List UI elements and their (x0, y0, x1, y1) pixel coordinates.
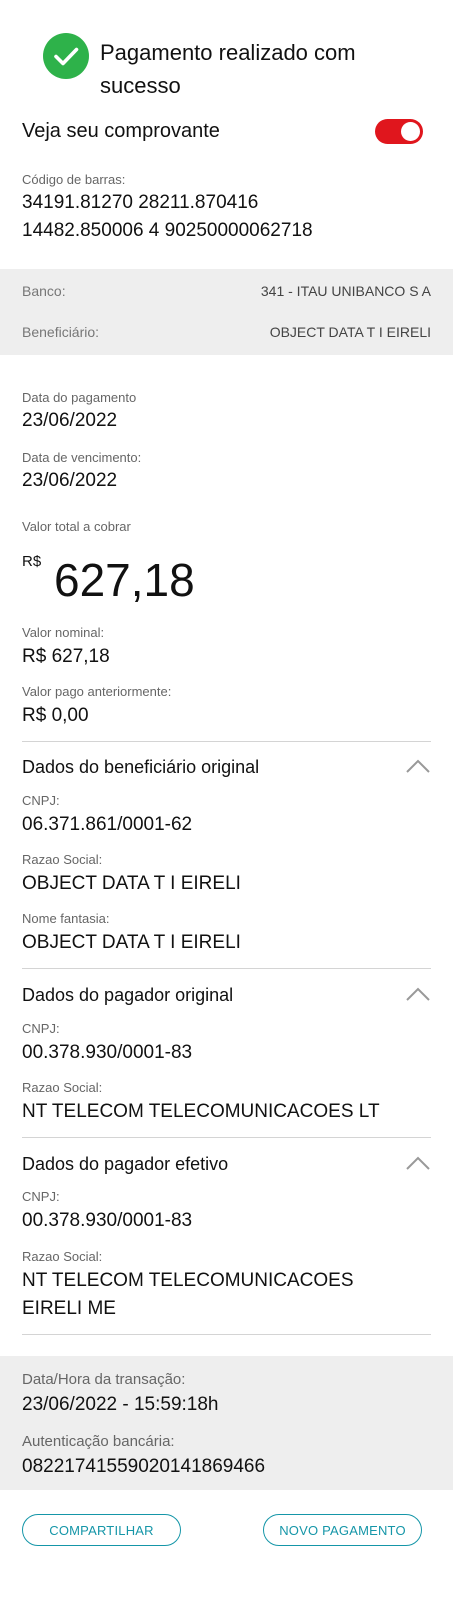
check-circle-icon (43, 33, 89, 79)
barcode-line-2: 14482.850006 4 90250000062718 (22, 220, 313, 241)
receipt-toggle-label: Veja seu comprovante (22, 120, 220, 142)
ep-razao-label: Razao Social: (22, 1249, 103, 1264)
total-label: Valor total a cobrar (22, 519, 131, 534)
chevron-up-icon[interactable] (405, 758, 431, 774)
effective-payer-title[interactable]: Dados do pagador efetivo (22, 1154, 228, 1175)
beneficiary-label: Beneficiário: (22, 324, 100, 340)
chevron-up-icon[interactable] (405, 1155, 431, 1171)
payment-date-value: 23/06/2022 (22, 410, 118, 431)
ob-fantasia-value: OBJECT DATA T I EIRELI (22, 932, 241, 953)
due-date-value: 23/06/2022 (22, 470, 118, 491)
due-date-label: Data de vencimento: (22, 450, 142, 465)
ep-cnpj-value: 00.378.930/0001-83 (22, 1210, 193, 1231)
original-payer-title[interactable]: Dados do pagador original (22, 985, 233, 1006)
divider (22, 1137, 431, 1138)
transaction-datetime-value: 23/06/2022 - 15:59:18h (22, 1394, 219, 1415)
ep-razao-line-2: EIRELI ME (22, 1298, 116, 1319)
op-cnpj-value: 00.378.930/0001-83 (22, 1042, 193, 1063)
bank-value: 341 - ITAU UNIBANCO S A (260, 283, 431, 299)
page-title-line-2: sucesso (100, 73, 181, 98)
toggle-knob (401, 122, 420, 141)
beneficiary-value: OBJECT DATA T I EIRELI (269, 324, 431, 340)
ep-razao-line-1: NT TELECOM TELECOMUNICACOES (22, 1270, 354, 1291)
divider (22, 1334, 431, 1335)
op-cnpj-label: CNPJ: (22, 1021, 60, 1036)
success-icon (43, 33, 89, 79)
previous-paid-label: Valor pago anteriormente: (22, 684, 172, 699)
receipt-toggle[interactable] (375, 119, 423, 144)
payment-date-label: Data do pagamento (22, 390, 137, 405)
nominal-label: Valor nominal: (22, 625, 105, 640)
total-amount: 627,18 (54, 554, 195, 606)
divider (22, 741, 431, 742)
page-title-line-1: Pagamento realizado com (100, 40, 356, 65)
ob-razao-label: Razao Social: (22, 852, 103, 867)
currency-symbol: R$ (22, 553, 42, 570)
bank-info-panel (0, 269, 453, 355)
new-payment-button[interactable]: NOVO PAGAMENTO (263, 1514, 422, 1546)
divider (22, 968, 431, 969)
op-razao-value: NT TELECOM TELECOMUNICACOES LT (22, 1101, 380, 1122)
auth-value: 08221741559020141869466 (22, 1456, 266, 1477)
ob-cnpj-label: CNPJ: (22, 793, 60, 808)
barcode-label: Código de barras: (22, 172, 126, 187)
chevron-up-icon[interactable] (405, 986, 431, 1002)
ob-fantasia-label: Nome fantasia: (22, 911, 110, 926)
page-title: Pagamento realizado com sucesso (100, 36, 356, 102)
share-button[interactable]: COMPARTILHAR (22, 1514, 181, 1546)
nominal-value: R$ 627,18 (22, 646, 110, 667)
bank-label: Banco: (22, 283, 66, 299)
ob-razao-value: OBJECT DATA T I EIRELI (22, 873, 241, 894)
ob-cnpj-value: 06.371.861/0001-62 (22, 814, 193, 835)
barcode-line-1: 34191.81270 28211.870416 (22, 192, 259, 213)
ep-cnpj-label: CNPJ: (22, 1189, 60, 1204)
auth-label: Autenticação bancária: (22, 1433, 175, 1450)
original-beneficiary-title[interactable]: Dados do beneficiário original (22, 757, 259, 778)
op-razao-label: Razao Social: (22, 1080, 103, 1095)
previous-paid-value: R$ 0,00 (22, 705, 89, 726)
transaction-datetime-label: Data/Hora da transação: (22, 1371, 186, 1388)
